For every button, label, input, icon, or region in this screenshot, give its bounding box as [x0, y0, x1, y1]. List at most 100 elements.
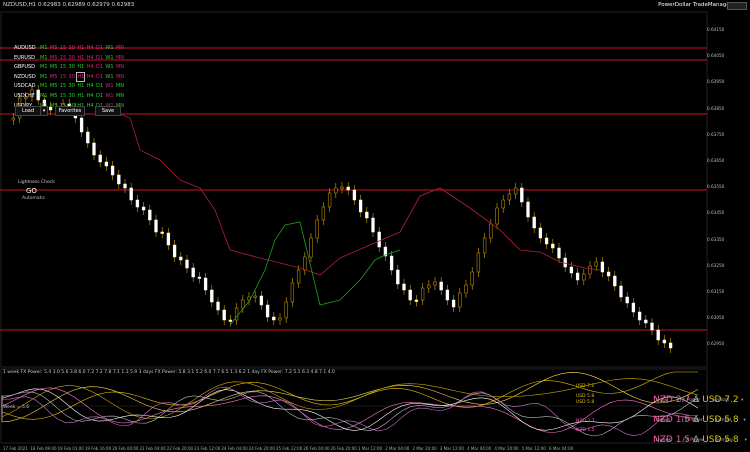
candle: [117, 174, 121, 185]
timeframe-d1[interactable]: D1: [96, 44, 103, 52]
timeframe-30[interactable]: 30: [69, 44, 75, 52]
timeframe-w1[interactable]: W1: [105, 82, 113, 90]
candle: [526, 201, 530, 218]
timeframe-h4[interactable]: H4: [87, 92, 94, 100]
timeframe-h4[interactable]: H4: [87, 54, 94, 62]
timeframe-h1[interactable]: H1: [77, 54, 84, 62]
timeframe-m5[interactable]: M5: [50, 54, 58, 62]
line-label: NZD 1.5: [576, 428, 595, 433]
timeframe-h1[interactable]: H1: [77, 92, 84, 100]
line-label: USD 5.8: [576, 394, 595, 399]
timeframe-mn[interactable]: MN: [116, 54, 124, 62]
timeframe-d1[interactable]: D1: [96, 92, 103, 100]
timeframe-m5[interactable]: M5: [50, 73, 58, 81]
candle: [358, 199, 363, 213]
chevron-down-icon[interactable]: ▾: [743, 418, 745, 423]
timeframe-30[interactable]: 30: [69, 54, 75, 62]
timeframe-30[interactable]: 30: [69, 82, 75, 90]
pair-row-usdchf[interactable]: USDCHF M1 M5 15 30 H1 H4 D1 W1 MN: [14, 92, 126, 100]
timeframe-mn[interactable]: MN: [116, 82, 124, 90]
candle: [551, 243, 555, 249]
timeframe-w1[interactable]: W1: [105, 44, 113, 52]
timeframe-h1[interactable]: H1: [77, 44, 84, 52]
pair-row-gbpusd[interactable]: GBPUSD M1 M5 15 30 H1 H4 D1 W1 MN: [14, 63, 126, 71]
timeframe-m1[interactable]: M1: [40, 44, 48, 52]
timeframe-15[interactable]: 15: [60, 73, 66, 81]
timeframe-w1[interactable]: W1: [105, 63, 113, 71]
timeframe-m1[interactable]: M1: [40, 82, 48, 90]
timeframe-mn[interactable]: MN: [116, 73, 124, 81]
timeframe-w1[interactable]: W1: [105, 54, 113, 62]
pair-row-nzdusd[interactable]: NZDUSD M1 M5 15 30 H1 H4 D1 W1 MN: [14, 71, 126, 82]
pair-row-usdcad[interactable]: USDCAD M1 M5 15 30 H1 H4 D1 W1 MN: [14, 82, 126, 90]
timeframe-h4[interactable]: H4: [87, 102, 94, 110]
timeframe-m5[interactable]: M5: [50, 82, 58, 90]
timeframe-15[interactable]: 15: [60, 54, 66, 62]
candle: [569, 266, 574, 274]
line-label: USD 7.2: [576, 384, 595, 389]
candle: [631, 302, 636, 313]
pair-name[interactable]: EURUSD: [14, 54, 40, 62]
candle: [79, 117, 84, 133]
timeframe-15[interactable]: 15: [60, 44, 66, 52]
candle: [141, 206, 146, 211]
timeframe-mn[interactable]: MN: [116, 44, 124, 52]
pair-row-audusd[interactable]: AUDUSD M1 M5 15 30 H1 H4 D1 W1 MN: [14, 44, 126, 52]
date-tick: 5 Mar 12:00: [521, 446, 546, 451]
candle: [166, 232, 171, 246]
candle: [309, 237, 313, 258]
timeframe-m1[interactable]: M1: [40, 73, 48, 81]
go-button[interactable]: GO: [26, 187, 37, 195]
chevron-down-icon[interactable]: ▾: [40, 106, 48, 116]
pair-name[interactable]: AUDUSD: [14, 44, 40, 52]
window-controls[interactable]: [727, 2, 747, 10]
timeframe-mn[interactable]: MN: [116, 63, 124, 71]
candle: [513, 187, 518, 195]
price-tick: 0.63250: [707, 262, 725, 268]
timeframe-d1[interactable]: D1: [96, 82, 103, 90]
timeframe-w1[interactable]: W1: [105, 73, 113, 81]
candle: [433, 281, 437, 286]
timeframe-h1[interactable]: H1: [77, 82, 84, 90]
chevron-down-icon[interactable]: ▾: [745, 438, 747, 443]
favorites-button[interactable]: Favorites: [55, 106, 85, 116]
candle: [352, 189, 357, 201]
timeframe-15[interactable]: 15: [60, 92, 66, 100]
load-button[interactable]: Load: [15, 106, 41, 116]
timeframe-h4[interactable]: H4: [87, 44, 94, 52]
timeframe-30[interactable]: 30: [69, 63, 75, 71]
strength-row: NZD 1.5 Δ USD 5.8: [653, 427, 739, 446]
pair-row-eurusd[interactable]: EURUSD M1 M5 15 30 H1 H4 D1 W1 MN: [14, 54, 126, 62]
pair-name[interactable]: NZDUSD: [14, 73, 40, 81]
timeframe-30[interactable]: 30: [69, 73, 75, 81]
timeframe-w1[interactable]: W1: [105, 92, 113, 100]
timeframe-15[interactable]: 15: [60, 63, 66, 71]
timeframe-m1[interactable]: M1: [40, 92, 48, 100]
pair-name[interactable]: USDCHF: [14, 92, 40, 100]
timeframe-h4[interactable]: H4: [87, 63, 94, 71]
candle: [637, 311, 642, 321]
timeframe-mn[interactable]: MN: [116, 92, 124, 100]
timeframe-m5[interactable]: M5: [50, 92, 58, 100]
timeframe-d1[interactable]: D1: [96, 63, 103, 71]
candle: [86, 131, 90, 144]
timeframe-15[interactable]: 15: [60, 82, 66, 90]
candle: [129, 187, 133, 201]
date-tick: 4 Mar 20:00: [494, 446, 519, 451]
timeframe-m1[interactable]: M1: [40, 63, 48, 71]
timeframe-d1[interactable]: D1: [96, 73, 103, 81]
timeframe-h1[interactable]: H1: [77, 63, 84, 71]
timeframe-h1[interactable]: H1: [76, 71, 86, 82]
timeframe-m5[interactable]: M5: [50, 44, 58, 52]
timeframe-30[interactable]: 30: [69, 92, 75, 100]
timeframe-d1[interactable]: D1: [96, 54, 103, 62]
chevron-down-icon[interactable]: ▾: [741, 398, 743, 403]
candle: [290, 282, 295, 303]
save-button[interactable]: Save: [95, 106, 121, 116]
timeframe-h4[interactable]: H4: [87, 73, 94, 81]
timeframe-h4[interactable]: H4: [87, 82, 94, 90]
timeframe-m1[interactable]: M1: [40, 54, 48, 62]
pair-name[interactable]: USDCAD: [14, 82, 40, 90]
pair-name[interactable]: GBPUSD: [14, 63, 40, 71]
timeframe-m5[interactable]: M5: [50, 63, 58, 71]
